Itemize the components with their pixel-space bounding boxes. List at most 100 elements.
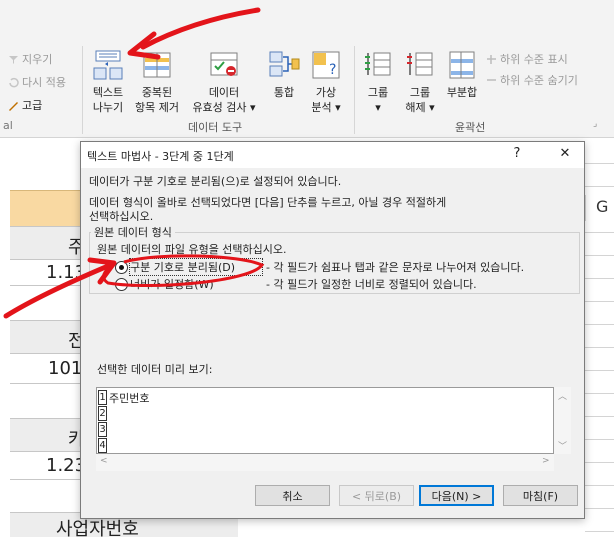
what-if-label-1: 가상 xyxy=(315,86,337,99)
what-if-icon: ? xyxy=(310,49,342,81)
hide-detail-icon xyxy=(486,75,497,86)
radio-fixed-description: - 각 필드가 일정한 너비로 정렬되어 있습니다. xyxy=(266,278,477,291)
text-wizard-dialog: 텍스트 마법사 - 3단계 중 1단계 ? ✕ 데이터가 구분 기호로 분리됨(… xyxy=(80,141,585,519)
ribbon: 지우기 다시 적용 고급 al 텍스트 나누기 중복된 항목 제거 데이터 유효… xyxy=(0,0,614,138)
what-if-analysis-button[interactable]: ? 가상 분석 ▾ xyxy=(306,49,346,115)
consolidate-button[interactable]: 통합 xyxy=(265,49,303,100)
cell-header-1[interactable]: 주 xyxy=(10,226,85,260)
cell-text: 101 xyxy=(48,358,83,379)
ungroup-button[interactable]: 그룹 해제 ▾ xyxy=(400,49,440,115)
group-button[interactable]: 그룹 ▾ xyxy=(360,49,396,115)
show-detail-button[interactable]: 하위 수준 표시 xyxy=(486,50,568,68)
clear-filter-label: 지우기 xyxy=(22,53,53,66)
data-validation-label-2: 유효성 검사 ▾ xyxy=(192,101,256,114)
advanced-filter-label: 고급 xyxy=(22,99,43,112)
group-label-1: 그룹 xyxy=(367,86,389,99)
data-preview-box[interactable]: 1 주민번호 2 3 4 xyxy=(96,387,554,454)
show-detail-icon xyxy=(486,54,497,65)
preview-row-number: 4 xyxy=(98,438,107,453)
data-validation-icon xyxy=(208,49,240,81)
radio-fixed-row[interactable]: 너비가 일정함(W) - 각 필드가 일정한 너비로 정렬되어 있습니다. xyxy=(115,276,477,292)
ribbon-separator xyxy=(354,46,355,134)
dialog-title: 텍스트 마법사 - 3단계 중 1단계 xyxy=(87,150,234,163)
group-label-2: ▾ xyxy=(375,101,381,114)
cell-value-3[interactable]: 1.23 xyxy=(10,452,86,480)
ribbon-separator xyxy=(82,46,83,134)
cell-header-2[interactable]: 전 xyxy=(10,320,85,354)
radio-fixed-label[interactable]: 너비가 일정함(W) xyxy=(130,276,262,292)
scroll-left-icon[interactable]: < xyxy=(100,456,108,466)
text-to-columns-label-2: 나누기 xyxy=(92,101,124,114)
cancel-button[interactable]: 취소 xyxy=(255,485,330,506)
orange-header-cell[interactable] xyxy=(10,190,80,226)
preview-horizontal-scrollbar[interactable]: < > xyxy=(96,454,554,471)
remove-duplicates-icon xyxy=(141,49,173,81)
dialog-description-1: 데이터가 구분 기호로 분리됨(으)로 설정되어 있습니다. xyxy=(89,175,342,188)
reapply-filter-button[interactable]: 다시 적용 xyxy=(8,73,66,91)
scroll-right-icon[interactable]: > xyxy=(542,456,550,466)
column-header-g[interactable]: G xyxy=(585,195,614,221)
column-g-label: G xyxy=(596,197,609,216)
advanced-filter-icon xyxy=(8,100,19,111)
consolidate-label: 통합 xyxy=(273,86,295,99)
clear-filter-icon xyxy=(8,54,19,65)
preview-row-number: 1 xyxy=(98,390,107,405)
dialog-launcher-icon[interactable]: ⌟ xyxy=(593,119,597,129)
remove-duplicates-label-1: 중복된 xyxy=(141,86,173,99)
dialog-titlebar[interactable]: 텍스트 마법사 - 3단계 중 1단계 ? ✕ xyxy=(81,142,584,168)
text-to-columns-button[interactable]: 텍스트 나누기 xyxy=(87,49,129,115)
sort-filter-group-label: al xyxy=(3,119,13,132)
outline-group-label: 윤곽선 xyxy=(455,121,486,134)
cell-header-3[interactable]: 카 xyxy=(10,418,85,452)
preview-row-text: 주민번호 xyxy=(109,391,150,405)
preview-vertical-scrollbar[interactable]: ︿ ﹀ xyxy=(554,387,571,454)
text-to-columns-label-1: 텍스트 xyxy=(92,86,124,99)
close-button[interactable]: ✕ xyxy=(555,146,575,164)
cell-value-2[interactable]: 101 xyxy=(10,354,83,384)
help-button[interactable]: ? xyxy=(507,146,527,164)
preview-row: 1 주민번호 xyxy=(98,390,149,405)
preview-row: 2 xyxy=(98,406,109,421)
preview-row: 3 xyxy=(98,422,109,437)
hide-detail-label: 하위 수준 숨기기 xyxy=(500,74,578,87)
radio-fixed-width[interactable] xyxy=(115,277,128,291)
ungroup-label-1: 그룹 xyxy=(409,86,431,99)
preview-row-number: 2 xyxy=(98,406,107,421)
data-tools-group-label: 데이터 도구 xyxy=(188,121,243,134)
data-validation-label-1: 데이터 xyxy=(208,86,240,99)
preview-row-number: 3 xyxy=(98,422,107,437)
text-to-columns-icon xyxy=(92,49,124,81)
groupbox-prompt: 원본 데이터의 파일 유형을 선택하십시오. xyxy=(97,243,287,256)
svg-text:?: ? xyxy=(329,62,336,78)
subtotal-button[interactable]: 부분합 xyxy=(442,49,482,100)
radio-delimited-description: - 각 필드가 쉼표나 탭과 같은 문자로 나누어져 있습니다. xyxy=(266,261,525,274)
group-icon xyxy=(362,49,394,81)
ungroup-icon xyxy=(404,49,436,81)
scroll-down-icon[interactable]: ﹀ xyxy=(558,439,567,452)
remove-duplicates-button[interactable]: 중복된 항목 제거 xyxy=(131,49,183,115)
clear-filter-button[interactable]: 지우기 xyxy=(8,50,52,68)
advanced-filter-button[interactable]: 고급 xyxy=(8,96,42,114)
preview-label: 선택한 데이터 미리 보기: xyxy=(97,363,213,376)
reapply-label: 다시 적용 xyxy=(22,76,66,89)
consolidate-icon xyxy=(268,49,300,81)
back-button[interactable]: < 뒤로(B) xyxy=(339,485,414,506)
ungroup-label-2: 해제 ▾ xyxy=(405,101,435,114)
next-button[interactable]: 다음(N) > xyxy=(419,485,494,506)
radio-delimited-label[interactable]: 구분 기호로 분리됨(D) xyxy=(129,258,263,276)
radio-delimited-row[interactable]: 구분 기호로 분리됨(D) - 각 필드가 쉼표나 탭과 같은 문자로 나누어져… xyxy=(115,258,525,276)
subtotal-label: 부분합 xyxy=(446,86,478,99)
cell-value-1[interactable]: 1.13 xyxy=(10,260,86,286)
groupbox-title: 원본 데이터 형식 xyxy=(91,224,175,240)
radio-delimited[interactable] xyxy=(115,260,128,274)
finish-button[interactable]: 마침(F) xyxy=(503,485,578,506)
dialog-description-3: 선택하십시오. xyxy=(89,210,154,223)
remove-duplicates-label-2: 항목 제거 xyxy=(135,101,179,114)
hide-detail-button[interactable]: 하위 수준 숨기기 xyxy=(486,71,578,89)
what-if-label-2: 분석 ▾ xyxy=(311,101,341,114)
preview-row: 4 xyxy=(98,438,109,453)
reapply-icon xyxy=(8,77,19,88)
data-validation-button[interactable]: 데이터 유효성 검사 ▾ xyxy=(188,49,260,115)
subtotal-icon xyxy=(446,49,478,81)
scroll-up-icon[interactable]: ︿ xyxy=(558,389,567,402)
